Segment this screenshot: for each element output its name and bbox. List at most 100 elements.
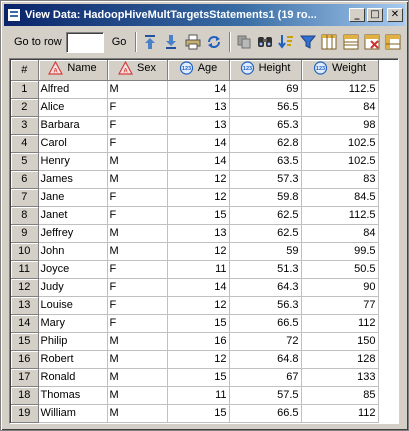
- table-cell[interactable]: 90: [301, 278, 379, 297]
- table-cell[interactable]: William: [38, 404, 108, 423]
- table-row[interactable]: 8 Janet F 15 62.5 112.5: [11, 206, 379, 225]
- table-cell[interactable]: 72: [229, 332, 302, 351]
- row-number[interactable]: 9: [11, 224, 39, 243]
- table-cell[interactable]: 62.8: [229, 134, 302, 153]
- row-number[interactable]: 4: [11, 134, 39, 153]
- table-row[interactable]: 14 Mary F 15 66.5 112: [11, 314, 379, 333]
- table-cell[interactable]: Judy: [38, 278, 108, 297]
- table-row[interactable]: 1 Alfred M 14 69 112.5: [11, 80, 379, 99]
- table-cell[interactable]: Mary: [38, 314, 108, 333]
- sort-icon[interactable]: [277, 32, 296, 52]
- row-number[interactable]: 14: [11, 314, 39, 333]
- row-number[interactable]: 6: [11, 170, 39, 189]
- table-cell[interactable]: 56.5: [229, 98, 302, 117]
- table-cell[interactable]: 128: [301, 350, 379, 369]
- table-cell[interactable]: 56.3: [229, 296, 302, 315]
- table-cell[interactable]: 84: [301, 98, 379, 117]
- table-cell[interactable]: F: [107, 296, 168, 315]
- table-cell[interactable]: 15: [167, 404, 230, 423]
- table-cell[interactable]: 62.5: [229, 206, 302, 225]
- data-grid[interactable]: # A Name A Sex 123 Age 123 Height 123 Weight 1 Alfr…: [9, 58, 399, 424]
- go-button[interactable]: Go: [112, 36, 127, 48]
- table-row[interactable]: 6 James M 12 57.3 83: [11, 170, 379, 189]
- table-cell[interactable]: Alfred: [38, 80, 108, 99]
- table-cell[interactable]: Ronald: [38, 368, 108, 387]
- table-cell[interactable]: Joyce: [38, 260, 108, 279]
- table-cell[interactable]: Henry: [38, 152, 108, 171]
- table-cell[interactable]: 112: [301, 314, 379, 333]
- column-header-name[interactable]: A Name: [38, 60, 108, 81]
- table-cell[interactable]: 15: [167, 368, 230, 387]
- table-cell[interactable]: 83: [301, 170, 379, 189]
- table-cell[interactable]: 102.5: [301, 134, 379, 153]
- table-cell[interactable]: 77: [301, 296, 379, 315]
- column-header-age[interactable]: 123 Age: [167, 60, 230, 81]
- table-cell[interactable]: 12: [167, 188, 230, 207]
- column-header-weight[interactable]: 123 Weight: [301, 60, 379, 81]
- table-cell[interactable]: 14: [167, 80, 230, 99]
- table-cell[interactable]: M: [107, 332, 168, 351]
- table-cell[interactable]: Louise: [38, 296, 108, 315]
- move-top-icon[interactable]: [140, 32, 159, 52]
- table-cell[interactable]: 62.5: [229, 224, 302, 243]
- table-cell[interactable]: 63.5: [229, 152, 302, 171]
- row-number[interactable]: 19: [11, 404, 39, 423]
- row-number[interactable]: 15: [11, 332, 39, 351]
- table-cell[interactable]: 15: [167, 314, 230, 333]
- table-cell[interactable]: 67: [229, 368, 302, 387]
- goto-row-input[interactable]: [65, 31, 104, 53]
- table-cell[interactable]: 12: [167, 296, 230, 315]
- table-cell[interactable]: 11: [167, 260, 230, 279]
- table-cell[interactable]: 84.5: [301, 188, 379, 207]
- refresh-icon[interactable]: [205, 32, 224, 52]
- table-cell[interactable]: M: [107, 152, 168, 171]
- table-cell[interactable]: M: [107, 224, 168, 243]
- table-cell[interactable]: 64.8: [229, 350, 302, 369]
- table-row[interactable]: 16 Robert M 12 64.8 128: [11, 350, 379, 369]
- table-cell[interactable]: Janet: [38, 206, 108, 225]
- table-cell[interactable]: Robert: [38, 350, 108, 369]
- move-bottom-icon[interactable]: [162, 32, 181, 52]
- columns-icon[interactable]: [320, 32, 339, 52]
- properties-icon[interactable]: [362, 32, 381, 52]
- table-cell[interactable]: 66.5: [229, 314, 302, 333]
- row-number[interactable]: 10: [11, 242, 39, 261]
- table-cell[interactable]: 150: [301, 332, 379, 351]
- table-cell[interactable]: 57.3: [229, 170, 302, 189]
- column-header-index[interactable]: #: [11, 60, 39, 81]
- table-cell[interactable]: F: [107, 314, 168, 333]
- table-cell[interactable]: Jeffrey: [38, 224, 108, 243]
- table-cell[interactable]: 66.5: [229, 404, 302, 423]
- table-cell[interactable]: M: [107, 404, 168, 423]
- table-cell[interactable]: 85: [301, 386, 379, 405]
- table-cell[interactable]: 13: [167, 98, 230, 117]
- table-cell[interactable]: 59: [229, 242, 302, 261]
- table-cell[interactable]: 64.3: [229, 278, 302, 297]
- table-cell[interactable]: 16: [167, 332, 230, 351]
- view-icon[interactable]: [341, 32, 360, 52]
- table-cell[interactable]: 102.5: [301, 152, 379, 171]
- table-cell[interactable]: 84: [301, 224, 379, 243]
- table-cell[interactable]: 13: [167, 116, 230, 135]
- table-row[interactable]: 4 Carol F 14 62.8 102.5: [11, 134, 379, 153]
- minimize-button[interactable]: _: [349, 8, 365, 22]
- row-number[interactable]: 11: [11, 260, 39, 279]
- table-row[interactable]: 9 Jeffrey M 13 62.5 84: [11, 224, 379, 243]
- table-cell[interactable]: F: [107, 98, 168, 117]
- column-header-height[interactable]: 123 Height: [229, 60, 302, 81]
- row-number[interactable]: 5: [11, 152, 39, 171]
- table-cell[interactable]: 14: [167, 134, 230, 153]
- table-cell[interactable]: F: [107, 188, 168, 207]
- table-cell[interactable]: F: [107, 260, 168, 279]
- table-row[interactable]: 5 Henry M 14 63.5 102.5: [11, 152, 379, 171]
- table-cell[interactable]: 13: [167, 224, 230, 243]
- row-number[interactable]: 7: [11, 188, 39, 207]
- table-row[interactable]: 10 John M 12 59 99.5: [11, 242, 379, 261]
- table-cell[interactable]: M: [107, 386, 168, 405]
- table-cell[interactable]: 133: [301, 368, 379, 387]
- table-cell[interactable]: 65.3: [229, 116, 302, 135]
- table-cell[interactable]: F: [107, 134, 168, 153]
- table-cell[interactable]: 14: [167, 152, 230, 171]
- grid-options-icon[interactable]: [384, 32, 403, 52]
- find-icon[interactable]: [255, 32, 274, 52]
